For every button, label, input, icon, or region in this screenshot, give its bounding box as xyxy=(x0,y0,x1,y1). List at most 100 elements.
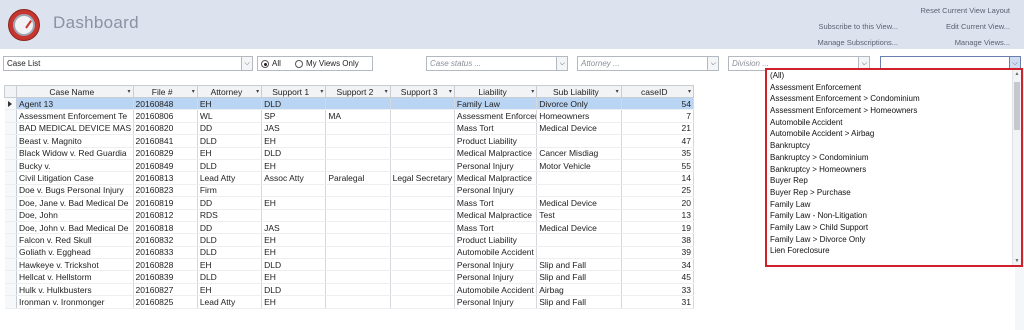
table-cell[interactable] xyxy=(390,147,455,160)
table-cell[interactable]: Doe, John v. Bad Medical De xyxy=(16,221,134,235)
dropdown-option[interactable]: Bankruptcy > Condominium xyxy=(767,152,1021,164)
row-selector[interactable] xyxy=(4,246,18,260)
table-cell[interactable]: Falcon v. Red Skull xyxy=(16,233,134,247)
table-cell[interactable] xyxy=(390,258,455,272)
dropdown-option[interactable]: Family Law xyxy=(767,199,1021,211)
table-cell[interactable]: Mass Tort xyxy=(454,122,538,136)
row-selector[interactable] xyxy=(4,258,18,272)
table-row[interactable]: BAD MEDICAL DEVICE MAS 20160820 DD JAS Mass … xyxy=(4,122,694,136)
table-cell[interactable]: Doe, John xyxy=(16,209,134,222)
table-cell[interactable] xyxy=(325,184,391,198)
scroll-up-icon[interactable]: ▲ xyxy=(1013,71,1021,77)
table-cell[interactable]: Personal Injury xyxy=(454,295,538,309)
dropdown-option[interactable]: Automobile Accident > Airbag xyxy=(767,128,1021,140)
table-cell[interactable]: Doe v. Bugs Personal Injury xyxy=(16,184,134,198)
table-cell[interactable] xyxy=(325,196,391,210)
liability-dropdown-list[interactable]: (All) Assessment Enforcement Assessment En… xyxy=(765,68,1023,267)
table-cell[interactable]: MA xyxy=(325,109,391,123)
table-cell[interactable] xyxy=(325,209,391,222)
row-selector[interactable] xyxy=(4,295,18,309)
table-cell[interactable] xyxy=(536,134,622,148)
table-row[interactable]: Hulk v. Hulkbusters 20160827 EH DLD Automobi… xyxy=(4,283,694,297)
table-cell[interactable]: DLD xyxy=(197,233,263,247)
column-header[interactable]: caseID ▾ xyxy=(620,85,694,98)
table-cell[interactable]: 20160841 xyxy=(133,134,198,148)
table-cell[interactable]: Test xyxy=(536,209,622,222)
table-cell[interactable] xyxy=(325,221,391,235)
table-cell[interactable] xyxy=(390,109,455,123)
table-cell[interactable] xyxy=(325,270,391,284)
table-cell[interactable]: 20160829 xyxy=(133,147,198,160)
table-cell[interactable]: JAS xyxy=(261,221,327,235)
table-cell[interactable] xyxy=(390,246,455,260)
table-row[interactable]: Black Widow v. Red Guardia 20160829 EH DLD M… xyxy=(4,147,694,160)
table-cell[interactable]: Civil Litigation Case xyxy=(16,171,134,185)
table-cell[interactable]: 20160827 xyxy=(133,283,198,297)
table-cell[interactable]: 34 xyxy=(621,258,694,272)
table-cell[interactable]: DLD xyxy=(197,134,263,148)
table-cell[interactable]: 47 xyxy=(621,134,694,148)
table-cell[interactable]: Personal Injury xyxy=(454,159,538,173)
table-cell[interactable]: Medical Malpractice xyxy=(454,171,538,185)
table-cell[interactable]: 54 xyxy=(621,97,694,111)
table-cell[interactable] xyxy=(390,159,455,173)
table-cell[interactable]: Assoc Atty xyxy=(261,171,327,185)
table-cell[interactable]: SP xyxy=(261,109,327,123)
table-cell[interactable] xyxy=(390,283,455,297)
table-cell[interactable] xyxy=(390,134,455,148)
table-cell[interactable]: DLD xyxy=(261,147,327,160)
table-cell[interactable]: 20160849 xyxy=(133,159,198,173)
row-selector[interactable] xyxy=(4,122,18,136)
table-cell[interactable]: 20160820 xyxy=(133,122,198,136)
table-cell[interactable]: Ironman v. Ironmonger xyxy=(16,295,134,309)
table-cell[interactable]: EH xyxy=(261,159,327,173)
column-header[interactable]: Support 1 ▾ xyxy=(261,85,327,98)
table-cell[interactable]: 25 xyxy=(621,184,694,198)
table-cell[interactable] xyxy=(390,209,455,222)
column-header[interactable]: Attorney ▾ xyxy=(196,85,263,98)
table-cell[interactable]: Cancer Misdiag xyxy=(536,147,622,160)
table-cell[interactable] xyxy=(536,184,622,198)
chevron-down-icon[interactable]: ⌵ xyxy=(707,57,718,70)
dropdown-option[interactable]: Assessment Enforcement > Homeowners xyxy=(767,105,1021,117)
table-cell[interactable] xyxy=(390,270,455,284)
table-row[interactable]: Hawkeye v. Trickshot 20160828 EH DLD Persona… xyxy=(4,258,694,272)
table-cell[interactable]: JAS xyxy=(261,122,327,136)
dropdown-option[interactable]: Family Law > Child Support xyxy=(767,222,1021,234)
reset-view-layout-link[interactable]: Reset Current View Layout xyxy=(921,6,1011,15)
table-cell[interactable]: Product Liability xyxy=(454,233,538,247)
dropdown-option[interactable]: Assessment Enforcement > Condominium xyxy=(767,93,1021,105)
table-cell[interactable]: Medical Malpractice xyxy=(454,209,538,222)
column-filter-icon[interactable]: ▾ xyxy=(385,86,388,98)
dropdown-option[interactable]: Bankruptcy > Homeowners xyxy=(767,164,1021,176)
table-cell[interactable] xyxy=(390,233,455,247)
row-selector[interactable] xyxy=(4,109,18,123)
table-cell[interactable]: Medical Device xyxy=(536,221,622,235)
column-header[interactable]: Sub Liability ▾ xyxy=(536,85,622,98)
table-cell[interactable] xyxy=(325,147,391,160)
dropdown-option[interactable]: Bankruptcy xyxy=(767,140,1021,152)
column-filter-icon[interactable]: ▾ xyxy=(449,86,452,98)
table-cell[interactable]: 38 xyxy=(621,233,694,247)
table-row[interactable]: Hellcat v. Hellstorm 20160839 DLD EH Persona… xyxy=(4,270,694,284)
table-cell[interactable]: 45 xyxy=(621,270,694,284)
table-cell[interactable]: DLD xyxy=(261,283,327,297)
dropdown-option[interactable]: Buyer Rep xyxy=(767,175,1021,187)
table-cell[interactable] xyxy=(536,246,622,260)
table-cell[interactable] xyxy=(536,171,622,185)
table-cell[interactable]: Goliath v. Egghead xyxy=(16,246,134,260)
table-cell[interactable]: EH xyxy=(261,246,327,260)
table-cell[interactable] xyxy=(325,258,391,272)
column-filter-icon[interactable]: ▾ xyxy=(616,86,619,98)
table-cell[interactable]: Black Widow v. Red Guardia xyxy=(16,147,134,160)
table-cell[interactable]: Slip and Fall xyxy=(536,258,622,272)
table-cell[interactable] xyxy=(325,97,391,111)
table-cell[interactable] xyxy=(390,196,455,210)
table-cell[interactable]: Motor Vehicle xyxy=(536,159,622,173)
column-filter-icon[interactable]: ▾ xyxy=(128,86,131,98)
table-cell[interactable]: 20160832 xyxy=(133,233,198,247)
table-cell[interactable]: Automobile Accident xyxy=(454,283,538,297)
table-cell[interactable]: 20160813 xyxy=(133,171,198,185)
table-cell[interactable]: 20160848 xyxy=(133,97,198,111)
table-cell[interactable]: RDS xyxy=(197,209,263,222)
